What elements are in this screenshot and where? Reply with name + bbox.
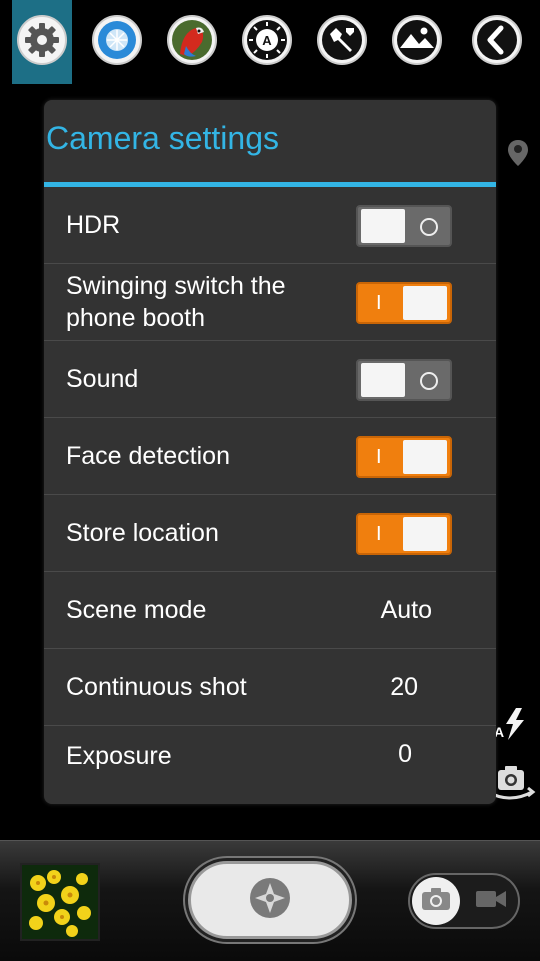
settings-list[interactable]: HDR Swinging switch the phone booth I So… — [44, 187, 496, 777]
shutter-button[interactable] — [188, 861, 352, 939]
setting-label: Store location — [66, 519, 219, 547]
store-location-toggle[interactable]: I — [356, 513, 452, 555]
setting-row-face-detection[interactable]: Face detection I — [44, 418, 496, 495]
setting-row-scene-mode[interactable]: Scene mode Auto — [44, 572, 496, 649]
auto-mode-button[interactable]: A — [237, 12, 297, 72]
dialog-title: Camera settings — [46, 120, 279, 156]
continuous-shot-value: 20 — [390, 672, 418, 701]
toggle-knob — [361, 209, 405, 243]
landscape-icon — [391, 14, 443, 71]
camera-video-mode-switch[interactable] — [408, 873, 520, 929]
tools-button[interactable] — [312, 12, 372, 72]
bottom-control-bar — [0, 840, 540, 961]
top-toolbar: A — [0, 0, 540, 84]
setting-label: Exposure — [66, 742, 172, 770]
settings-gear-icon — [16, 14, 68, 71]
setting-row-store-location[interactable]: Store location I — [44, 495, 496, 572]
toggle-off-mark — [420, 207, 438, 245]
shutter-icon — [249, 877, 291, 924]
setting-row-swinging-switch[interactable]: Swinging switch the phone booth I — [44, 264, 496, 341]
landscape-button[interactable] — [387, 12, 447, 72]
setting-label: Sound — [66, 365, 139, 393]
video-mode-button[interactable] — [474, 887, 508, 915]
back-button[interactable] — [467, 12, 527, 72]
color-effect-button[interactable] — [162, 12, 222, 72]
toggle-on-mark: I — [376, 292, 382, 314]
camera-settings-dialog: Camera settings HDR Swinging switch the … — [44, 100, 496, 804]
toggle-knob — [403, 440, 447, 474]
face-detection-toggle[interactable]: I — [356, 436, 452, 478]
setting-label: Face detection — [66, 442, 230, 470]
toggle-knob — [403, 517, 447, 551]
setting-row-continuous-shot[interactable]: Continuous shot 20 — [44, 649, 496, 726]
setting-row-hdr[interactable]: HDR — [44, 187, 496, 264]
setting-label: Scene mode — [66, 596, 207, 624]
white-balance-button[interactable] — [87, 12, 147, 72]
tools-icon — [316, 14, 368, 71]
swinging-switch-toggle[interactable]: I — [356, 282, 452, 324]
scene-mode-value: Auto — [380, 595, 432, 624]
auto-mode-icon: A — [241, 14, 293, 71]
color-effect-icon — [166, 14, 218, 71]
gallery-thumbnail[interactable] — [20, 863, 100, 941]
photo-mode-button[interactable] — [412, 877, 460, 925]
back-icon — [471, 14, 523, 71]
setting-row-exposure[interactable]: Exposure 0 — [44, 726, 496, 777]
hdr-toggle[interactable] — [356, 205, 452, 247]
toggle-knob — [403, 286, 447, 320]
white-balance-icon — [91, 14, 143, 71]
sound-toggle[interactable] — [356, 359, 452, 401]
setting-label: Continuous shot — [66, 673, 247, 701]
camera-icon — [421, 887, 451, 916]
exposure-value: 0 — [398, 740, 412, 768]
setting-row-sound[interactable]: Sound — [44, 341, 496, 418]
flash-auto-icon[interactable]: A — [494, 706, 530, 747]
toggle-knob — [361, 363, 405, 397]
video-camera-icon — [475, 888, 507, 915]
setting-label: Swinging switch the phone booth — [66, 272, 286, 332]
toggle-off-mark — [420, 361, 438, 399]
toggle-on-mark: I — [376, 446, 382, 468]
toggle-on-mark: I — [376, 523, 382, 545]
setting-label: HDR — [66, 211, 121, 239]
location-pin-icon — [506, 138, 530, 173]
settings-button[interactable] — [12, 0, 72, 84]
svg-text:A: A — [262, 33, 272, 48]
